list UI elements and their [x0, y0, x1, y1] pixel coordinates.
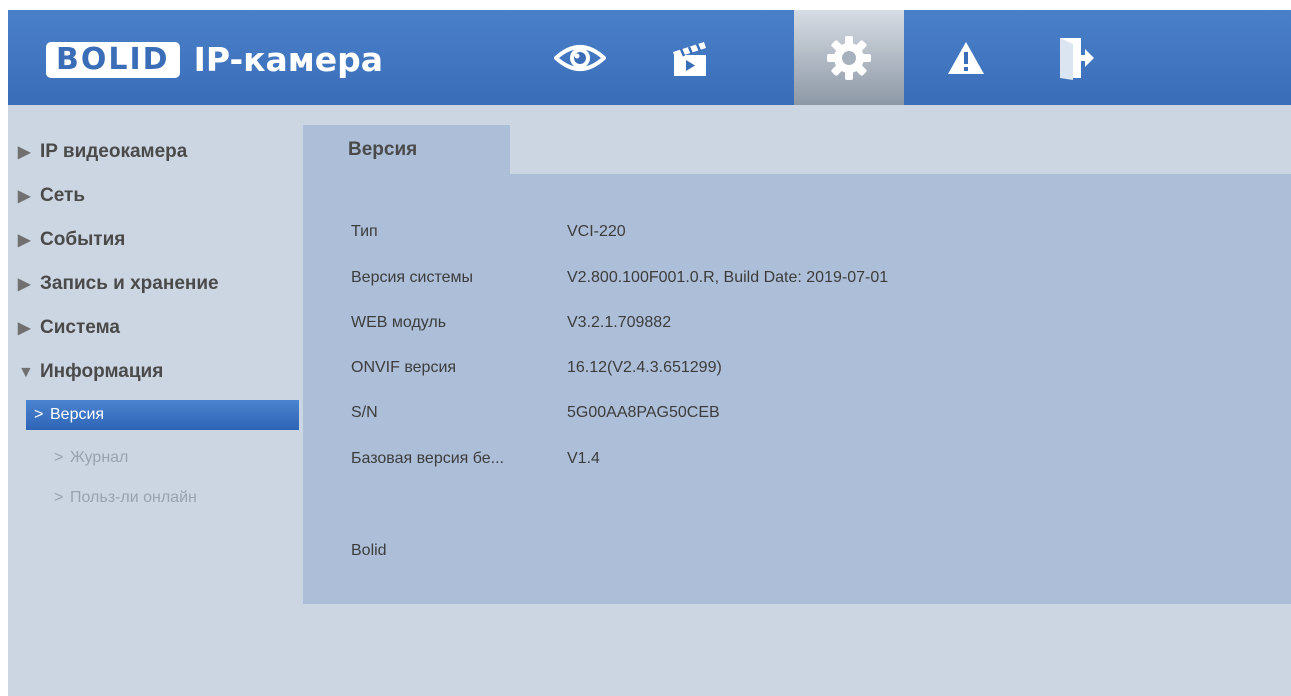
sidebar-item-events[interactable]: ▶ События — [18, 225, 125, 255]
info-label: Тип — [351, 223, 378, 240]
sidebar-item-label: IP видеокамера — [40, 141, 188, 162]
sidebar-item-network[interactable]: ▶ Сеть — [18, 181, 85, 211]
eye-icon — [554, 44, 606, 71]
top-bar: BOLID IP-камера — [8, 10, 1291, 105]
expand-triangle-icon: ▶ — [18, 232, 31, 249]
logo-mark: BOLID — [46, 42, 180, 78]
sidebar-item-system[interactable]: ▶ Система — [18, 313, 120, 343]
info-value: 16.12(V2.4.3.651299) — [567, 359, 722, 376]
info-label: ONVIF версия — [351, 359, 457, 376]
sidebar-subitem-online-users[interactable]: > Польз-ли онлайн — [54, 483, 197, 513]
live-view-button[interactable] — [525, 10, 635, 105]
alarm-button[interactable] — [911, 10, 1021, 105]
sidebar-subitem-label: Польз-ли онлайн — [70, 489, 197, 506]
sidebar-item-label: Информация — [40, 361, 164, 382]
expand-triangle-icon: ▶ — [18, 144, 31, 161]
clapperboard-icon — [673, 41, 706, 76]
sidebar-item-ip-camera[interactable]: ▶ IP видеокамера — [18, 137, 187, 167]
playback-button[interactable] — [635, 10, 745, 105]
settings-button[interactable] — [794, 10, 904, 105]
app-title: IP-камера — [193, 40, 384, 79]
chevron-right-icon: > — [34, 406, 44, 423]
info-label: Базовая версия бе... — [351, 450, 504, 467]
info-value: V3.2.1.709882 — [567, 314, 672, 331]
warning-icon — [948, 41, 984, 74]
expand-triangle-icon: ▶ — [18, 276, 31, 293]
info-value: V2.800.100F001.0.R, Build Date: 2019-07-… — [567, 269, 889, 286]
expand-triangle-icon: ▶ — [18, 188, 31, 205]
logo: BOLID IP-камера — [46, 41, 383, 79]
sidebar-item-label: Запись и хранение — [40, 273, 219, 294]
chevron-right-icon: > — [54, 449, 64, 466]
sidebar-item-information[interactable]: ▼ Информация — [18, 357, 163, 387]
gear-icon — [827, 35, 871, 80]
chevron-right-icon: > — [54, 489, 64, 506]
info-value: VCI-220 — [567, 223, 626, 240]
sidebar-item-label: Сеть — [40, 185, 86, 206]
info-label: Версия системы — [351, 269, 473, 286]
info-label: S/N — [351, 404, 378, 421]
info-label: WEB модуль — [351, 314, 447, 331]
sidebar-item-label: Система — [40, 317, 120, 338]
logout-button[interactable] — [1021, 10, 1131, 105]
sidebar-item-label: События — [40, 229, 126, 250]
vendor-label: Bolid — [351, 542, 387, 559]
sidebar-subitem-log[interactable]: > Журнал — [54, 443, 128, 473]
tab-bar: Версия — [303, 125, 1291, 174]
app-window: BOLID IP-камера ▶ IP видеокамера ▶ Сеть … — [8, 10, 1291, 696]
logout-icon — [1060, 37, 1094, 80]
info-value: 5G00AA8PAG50CEB — [567, 404, 720, 421]
collapse-triangle-icon: ▼ — [18, 364, 34, 381]
version-panel: Версия Тип VCI-220 Версия системы V2.800… — [303, 125, 1291, 604]
info-value: V1.4 — [567, 450, 600, 467]
sidebar-subitem-version[interactable]: > Версия — [26, 400, 299, 430]
sidebar-item-storage[interactable]: ▶ Запись и хранение — [18, 269, 219, 299]
sidebar: ▶ IP видеокамера ▶ Сеть ▶ События ▶ Запись и… — [8, 105, 303, 696]
sidebar-subitem-label: Журнал — [70, 449, 129, 466]
expand-triangle-icon: ▶ — [18, 320, 31, 337]
tab-version[interactable]: Версия — [303, 125, 510, 174]
sidebar-subitem-label: Версия — [50, 406, 105, 423]
